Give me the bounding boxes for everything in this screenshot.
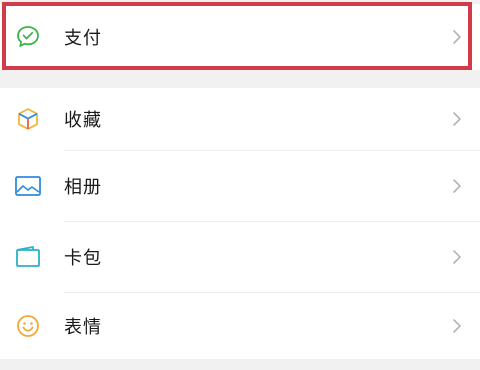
menu-item-pay[interactable]: 支付 [0,4,480,70]
menu-item-favorites[interactable]: 收藏 [0,88,480,150]
bottom-gap [0,359,480,370]
chevron-right-icon [450,179,464,193]
me-menu-page: 支付 收藏 相册 卡包 表情 [0,0,480,370]
menu-item-favorites-label: 收藏 [64,110,102,131]
chevron-right-icon [450,112,464,126]
menu-item-stickers-label: 表情 [64,317,102,338]
chevron-right-icon [450,319,464,333]
favorites-cube-icon [12,103,44,135]
wechat-pay-icon [12,21,44,53]
card-wallet-icon [12,241,44,273]
section-gap [0,70,480,88]
menu-item-card-wallet[interactable]: 卡包 [0,222,480,292]
menu-item-album[interactable]: 相册 [0,151,480,221]
menu-item-album-label: 相册 [64,177,102,198]
sticker-smile-icon [12,310,44,342]
chevron-right-icon [450,30,464,44]
album-picture-icon [12,170,44,202]
chevron-right-icon [450,250,464,264]
menu-item-pay-label: 支付 [64,28,102,49]
menu-item-card-wallet-label: 卡包 [64,248,102,269]
menu-item-stickers[interactable]: 表情 [0,293,480,359]
